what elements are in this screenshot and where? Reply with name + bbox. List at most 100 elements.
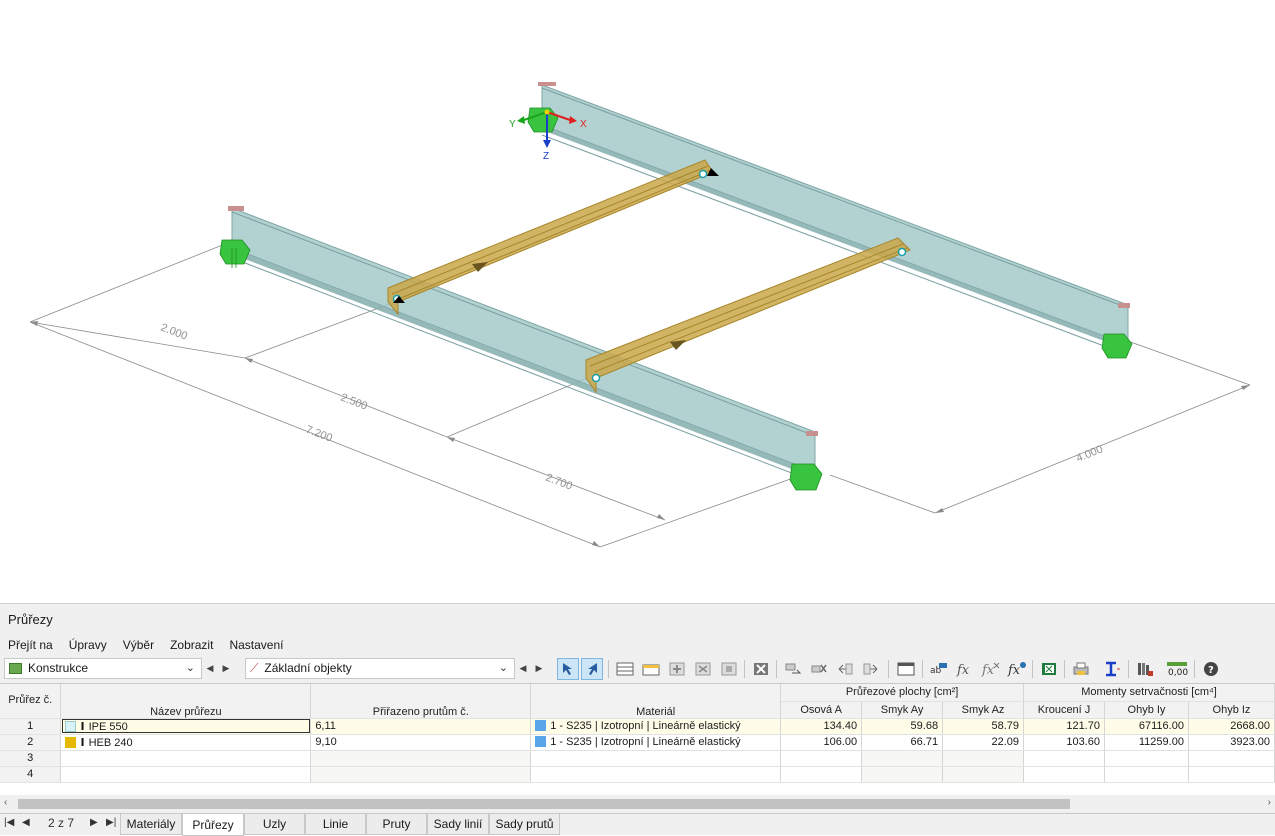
empty-cell[interactable] [780,750,863,767]
tab-lines[interactable]: Linie [305,814,366,835]
window-icon[interactable] [895,658,917,680]
bend-y-cell[interactable]: 11259.00 [1104,734,1189,751]
tab-member-sets[interactable]: Sady prutů [489,814,560,835]
copy-row-icon[interactable] [692,658,714,680]
empty-cell[interactable] [530,750,782,767]
assigned-members-cell[interactable]: 6,11 [310,718,532,735]
table-add-icon[interactable] [640,658,662,680]
objects-combo[interactable]: ⟋ Základní objekty ⌄ [245,657,515,679]
axial-area-cell[interactable]: 106.00 [780,734,863,751]
menu-settings[interactable]: Nastavení [221,636,291,656]
tab-sections[interactable]: Průřezy [182,814,244,836]
shear-y-cell[interactable]: 59.68 [861,718,944,735]
move-right-icon[interactable] [860,658,882,680]
last-page-icon[interactable]: ▶| [106,817,116,828]
tab-materials[interactable]: Materiály [120,814,182,835]
axial-area-cell[interactable]: 134.40 [780,718,863,735]
prev-object-button[interactable]: ◀ [203,658,217,679]
empty-cell[interactable] [942,750,1025,767]
print-icon[interactable] [1070,658,1092,680]
shear-z-cell[interactable]: 58.79 [942,718,1025,735]
empty-cell[interactable] [310,750,532,767]
tab-nodes[interactable]: Uzly [244,814,305,835]
remove-icon[interactable] [808,658,830,680]
col-header-torsion[interactable]: Kroucení J [1023,701,1105,719]
col-header-material[interactable]: Materiál [530,684,782,719]
menu-view[interactable]: Zobrazit [162,636,221,656]
main-beam-back[interactable] [538,82,1130,356]
empty-cell[interactable] [861,750,944,767]
clear-icon[interactable] [750,658,772,680]
select-alt-icon[interactable] [581,658,603,680]
formula-settings-icon[interactable]: fx [1006,658,1028,680]
torsion-cell[interactable]: 121.70 [1023,718,1105,735]
scrollbar-thumb[interactable] [18,799,1070,809]
formula-icon[interactable]: fx [954,658,976,680]
move-left-icon[interactable] [834,658,856,680]
export-icon[interactable] [782,658,804,680]
menu-go-to[interactable]: Přejít na [0,636,61,656]
empty-cell[interactable] [942,766,1025,783]
table-row[interactable]: 4 [0,766,1275,783]
horizontal-scrollbar[interactable]: ‹ › [0,796,1275,812]
structure-combo[interactable]: Konstrukce ⌄ [4,657,202,679]
section-icon[interactable] [1100,658,1122,680]
col-header-shear-z[interactable]: Smyk Az [942,701,1025,719]
col-header-assigned[interactable]: Přiřazeno prutům č. [310,684,532,719]
next-type-button[interactable]: ▶ [532,658,546,679]
menu-select[interactable]: Výběr [115,636,162,656]
shear-z-cell[interactable]: 22.09 [942,734,1025,751]
table-row[interactable]: 3 [0,750,1275,767]
assigned-members-cell[interactable]: 9,10 [310,734,532,751]
col-header-shear-y[interactable]: Smyk Ay [861,701,944,719]
prev-type-button[interactable]: ◀ [516,658,530,679]
bend-z-cell[interactable]: 2668.00 [1188,718,1275,735]
bend-y-cell[interactable]: 67116.00 [1104,718,1189,735]
number-format-icon[interactable]: 0,00 [1166,658,1188,680]
empty-cell[interactable] [1188,750,1275,767]
bend-z-cell[interactable]: 3923.00 [1188,734,1275,751]
insert-row-icon[interactable] [666,658,688,680]
empty-cell[interactable] [1188,766,1275,783]
empty-cell[interactable] [530,766,782,783]
empty-cell[interactable] [310,766,532,783]
empty-cell[interactable] [861,766,944,783]
empty-cell[interactable] [1104,766,1189,783]
help-icon[interactable]: ? [1200,658,1222,680]
library-icon[interactable] [1134,658,1156,680]
empty-cell[interactable] [1023,766,1105,783]
first-page-icon[interactable]: |◀ [4,817,14,828]
col-header-axial[interactable]: Osová A [780,701,863,719]
section-name-cell[interactable]: I HEB 240 [60,734,312,751]
model-3d-view[interactable]: 2.000 2.500 7.200 2.700 4.000 X Y Z [0,0,1275,603]
material-cell[interactable]: 1 - S235 | Izotropní | Lineárně elastick… [530,734,782,751]
text-format-icon[interactable]: ab [928,658,950,680]
excel-icon[interactable] [1038,658,1060,680]
table-row[interactable]: 2 I HEB 240 9,10 1 - S235 | Izotropní | L… [0,734,1275,751]
shear-y-cell[interactable]: 66.71 [861,734,944,751]
section-name-cell[interactable]: I IPE 550 [60,718,312,735]
empty-cell[interactable] [1104,750,1189,767]
col-header-no[interactable]: Průřez č. [0,684,62,719]
empty-cell[interactable] [780,766,863,783]
torsion-cell[interactable]: 103.60 [1023,734,1105,751]
scroll-right-icon[interactable]: › [1268,797,1271,808]
model-viewport[interactable]: 2.000 2.500 7.200 2.700 4.000 X Y Z [0,0,1275,603]
tab-line-sets[interactable]: Sady linií [427,814,489,835]
next-page-icon[interactable]: ▶ [90,817,98,828]
col-header-name[interactable]: Název průřezu [60,684,312,719]
col-header-bend-z[interactable]: Ohyb Iz [1188,701,1275,719]
scroll-left-icon[interactable]: ‹ [4,797,7,808]
table-icon[interactable] [614,658,636,680]
menu-edit[interactable]: Úpravy [61,636,115,656]
prev-page-icon[interactable]: ◀ [22,817,30,828]
empty-cell[interactable] [60,750,312,767]
material-cell[interactable]: 1 - S235 | Izotropní | Lineárně elastick… [530,718,782,735]
empty-cell[interactable] [60,766,312,783]
table-row[interactable]: 1 I IPE 550 6,11 1 - S235 | Izotropní | L… [0,718,1275,735]
tab-members[interactable]: Pruty [366,814,427,835]
empty-cell[interactable] [1023,750,1105,767]
formula-delete-icon[interactable]: fx [980,658,1002,680]
next-object-button[interactable]: ▶ [219,658,233,679]
col-header-bend-y[interactable]: Ohyb Iy [1104,701,1189,719]
